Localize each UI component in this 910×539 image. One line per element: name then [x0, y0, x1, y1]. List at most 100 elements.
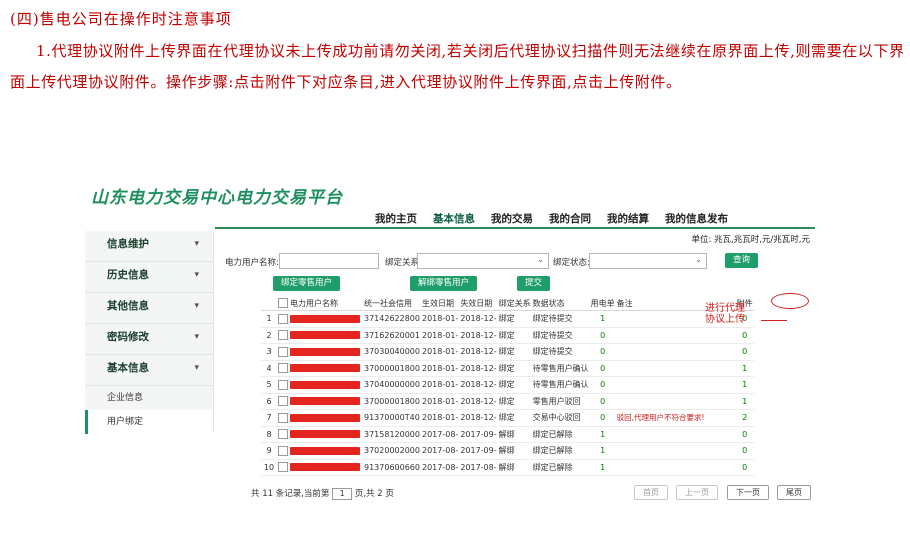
table-row[interactable]: 8 37158120000 2017-08- 2017-09- 解绑 绑定已解除 1 0 — [261, 426, 754, 443]
att-cell[interactable]: 2 — [735, 409, 754, 427]
row-checkbox[interactable] — [278, 396, 288, 407]
row-checkbox-cell[interactable] — [277, 393, 289, 410]
count-cell[interactable]: 1 — [589, 442, 616, 460]
nav-item-4[interactable]: 我的结算 — [607, 211, 649, 226]
query-button[interactable]: 查询 — [725, 253, 759, 268]
redaction-mark — [290, 397, 360, 406]
row-index: 1 — [261, 310, 277, 328]
row-checkbox[interactable] — [278, 363, 288, 374]
count-cell[interactable]: 1 — [589, 459, 616, 476]
select-all-checkbox[interactable] — [278, 298, 288, 308]
next-page-button[interactable]: 下一页 — [727, 485, 769, 500]
row-checkbox[interactable] — [278, 346, 288, 357]
pagination-summary: 共 11 条记录,当前第 1 页,共 2 页 — [251, 487, 394, 500]
count-cell[interactable]: 1 — [589, 310, 616, 328]
sidebar-subitem-1[interactable]: 用户绑定 — [85, 410, 213, 434]
chevron-down-icon: ▾ — [194, 301, 199, 311]
row-checkbox-cell[interactable] — [277, 327, 289, 344]
user-name-cell — [289, 343, 363, 361]
nav-item-3[interactable]: 我的合同 — [549, 211, 591, 226]
table-row[interactable]: 1 37142622800 2018-01- 2018-12- 绑定 绑定待提交 1 0 — [261, 310, 754, 328]
annotation-line-2: 协议上传 — [705, 314, 745, 325]
note-cell — [615, 360, 736, 377]
att-cell[interactable]: 0 — [735, 426, 754, 443]
count-cell[interactable]: 0 — [589, 376, 616, 394]
nav-item-2[interactable]: 我的交易 — [491, 211, 533, 226]
nav-item-1[interactable]: 基本信息 — [433, 211, 475, 226]
row-index: 9 — [261, 442, 277, 460]
bind-relation-select[interactable]: ⌄ — [417, 253, 549, 269]
user-name-cell — [289, 442, 363, 460]
table-row[interactable]: 2 37162620001 2018-01- 2018-12- 绑定 绑定待提交 0 0 — [261, 327, 754, 344]
count-cell[interactable]: 0 — [589, 327, 616, 344]
row-checkbox-cell[interactable] — [277, 442, 289, 460]
table-row[interactable]: 9 37020002000 2017-08- 2017-09- 解绑 绑定已解除 1 0 — [261, 442, 754, 460]
column-header[interactable] — [277, 296, 289, 311]
prev-page-button[interactable]: 上一页 — [676, 485, 718, 500]
row-index: 10 — [261, 459, 277, 476]
current-page-input[interactable]: 1 — [332, 487, 353, 500]
count-cell[interactable]: 1 — [589, 426, 616, 443]
att-cell[interactable]: 1 — [735, 393, 754, 410]
row-checkbox[interactable] — [278, 412, 288, 423]
row-checkbox-cell[interactable] — [277, 310, 289, 328]
table-row[interactable]: 10 91370600660 2017-08- 2017-08- 解绑 绑定已解除 1 0 — [261, 459, 754, 476]
sidebar-item-1[interactable]: 历史信息 ▾ — [85, 262, 213, 293]
sidebar-item-4[interactable]: 基本信息 ▾ — [85, 355, 213, 386]
att-cell[interactable]: 1 — [735, 376, 754, 394]
att-cell[interactable]: 0 — [735, 343, 754, 361]
table-row[interactable]: 7 91370000T40 2018-01- 2018-12- 绑定 交易中心驳回 0 驳回,… — [261, 409, 754, 427]
row-checkbox[interactable] — [278, 330, 288, 341]
status-cell: 待零售用户确认 — [531, 360, 590, 377]
sidebar-item-2[interactable]: 其他信息 ▾ — [85, 293, 213, 324]
att-cell[interactable]: 0 — [735, 327, 754, 344]
first-page-button[interactable]: 首页 — [634, 485, 668, 500]
row-checkbox-cell[interactable] — [277, 459, 289, 476]
row-checkbox-cell[interactable] — [277, 409, 289, 427]
redaction-mark — [290, 446, 360, 455]
row-checkbox[interactable] — [278, 445, 288, 456]
sidebar-subitem-0[interactable]: 企业信息 — [85, 386, 213, 410]
row-checkbox[interactable] — [278, 379, 288, 390]
nav-item-0[interactable]: 我的主页 — [375, 211, 417, 226]
annotation-arrow-line — [761, 320, 787, 321]
last-page-button[interactable]: 尾页 — [777, 485, 811, 500]
nav-item-5[interactable]: 我的信息发布 — [665, 211, 728, 226]
submit-button[interactable]: 提交 — [517, 276, 551, 291]
status-cell: 绑定待提交 — [531, 327, 590, 344]
user-name-input[interactable] — [279, 253, 379, 269]
row-checkbox-cell[interactable] — [277, 360, 289, 377]
redaction-mark — [290, 413, 360, 422]
table-row[interactable]: 3 37030040000 2018-01- 2018-12- 绑定 绑定待提交 0 0 — [261, 343, 754, 361]
count-cell[interactable]: 0 — [589, 393, 616, 410]
row-checkbox-cell[interactable] — [277, 343, 289, 361]
platform-title: 山东电力交易中心电力交易平台 — [91, 188, 343, 208]
row-checkbox-cell[interactable] — [277, 426, 289, 443]
redaction-mark — [290, 331, 360, 340]
bind-retail-user-button[interactable]: 绑定零售用户 — [273, 276, 341, 291]
count-cell[interactable]: 0 — [589, 343, 616, 361]
user-name-cell — [289, 459, 363, 476]
row-checkbox[interactable] — [278, 429, 288, 440]
table-row[interactable]: 5 37040000000 2018-01- 2018-12- 绑定 待零售用户确认 0 1 — [261, 376, 754, 394]
row-checkbox-cell[interactable] — [277, 376, 289, 394]
table-row[interactable]: 4 37000001800 2018-01- 2018-12- 绑定 待零售用户确认 0 1 — [261, 360, 754, 377]
row-checkbox[interactable] — [278, 462, 288, 473]
redaction-mark — [290, 314, 360, 323]
att-cell[interactable]: 1 — [735, 360, 754, 377]
start-cell: 2017-08- — [421, 459, 460, 476]
att-cell[interactable]: 0 — [735, 442, 754, 460]
sidebar: 信息维护 ▾ 历史信息 ▾ 其他信息 ▾ 密码修改 ▾ 基本信息 ▾ 企业信息 用户绑定 — [85, 231, 214, 434]
bind-status-select[interactable]: ⌄ — [589, 253, 707, 269]
sidebar-item-0[interactable]: 信息维护 ▾ — [85, 231, 213, 262]
row-checkbox[interactable] — [278, 313, 288, 324]
unbind-retail-user-button[interactable]: 解绑零售用户 — [410, 276, 478, 291]
sidebar-item-label: 其他信息 — [107, 300, 149, 312]
count-cell[interactable]: 0 — [589, 409, 616, 427]
att-cell[interactable]: 0 — [735, 459, 754, 476]
count-cell[interactable]: 0 — [589, 360, 616, 377]
sidebar-item-3[interactable]: 密码修改 ▾ — [85, 324, 213, 355]
code-cell: 91370600660 — [363, 459, 421, 476]
table-row[interactable]: 6 37000001800 2018-01- 2018-12- 绑定 零售用户驳回 0 1 — [261, 393, 754, 410]
start-cell: 2018-01- — [421, 376, 460, 394]
